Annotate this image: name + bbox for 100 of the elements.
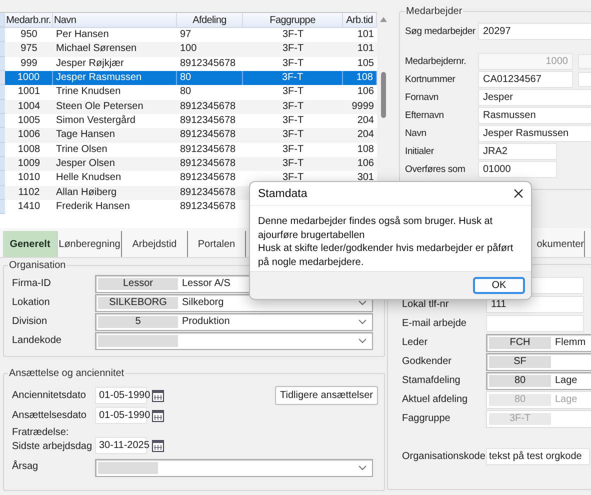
dropdown[interactable]: [95, 459, 373, 477]
input-field[interactable]: Jesper Rasmussen: [478, 125, 591, 142]
column-header[interactable]: Faggruppe: [243, 13, 343, 27]
table-row[interactable]: 1000 Jesper Rasmussen 80 3F-T 108: [0, 71, 377, 86]
row-header[interactable]: [0, 28, 5, 42]
table-cell-text: 1001: [16, 85, 42, 100]
table-row[interactable]: 1005 Simon Vestergård 8912345678 3F-T 204: [0, 114, 377, 128]
up-arrow-icon[interactable]: [380, 17, 387, 22]
table-cell-text: 8912345678: [179, 56, 237, 71]
column-header[interactable]: Navn: [53, 13, 177, 27]
table-cell-text: Allan Høiberg: [55, 186, 118, 200]
column-header[interactable]: Medarb.nr.: [5, 13, 53, 27]
table-cell-text: 8912345678: [179, 186, 237, 200]
code-cell: [98, 462, 158, 474]
table-cell-text: 3F-T: [281, 42, 305, 56]
table-cell-text: 975: [20, 42, 38, 56]
input-field[interactable]: Jesper: [478, 89, 591, 106]
table-cell-text: Tage Hansen: [55, 128, 116, 142]
table-cell-text: 1009: [16, 157, 42, 172]
table-cell-text: 1010: [16, 171, 42, 186]
dropdown[interactable]: SF: [486, 352, 591, 370]
table-cell-text: 8912345678: [179, 157, 237, 172]
table-cell-text: 3F-T: [281, 142, 305, 157]
row-header[interactable]: [0, 142, 5, 158]
table-cell-text: 100: [179, 42, 198, 56]
table-cell-text: Michael Sørensen: [55, 42, 138, 56]
field-label: Navn: [405, 128, 428, 139]
input-field[interactable]: CA01234567: [478, 71, 573, 88]
dropdown[interactable]: 80 Lage: [486, 372, 591, 390]
input-field[interactable]: JRA2: [478, 143, 557, 160]
table-row[interactable]: 1006 Tage Hansen 8912345678 3F-T 204: [0, 128, 377, 143]
row-header[interactable]: [0, 56, 5, 72]
table-cell-text: 3F-T: [281, 171, 305, 186]
close-icon[interactable]: [514, 189, 523, 198]
tab[interactable]: Generelt: [3, 231, 58, 257]
table-cell-text: Helle Knudsen: [55, 171, 122, 186]
chevron-down-icon[interactable]: [358, 300, 367, 306]
ok-button[interactable]: OK: [473, 277, 525, 294]
field-label: Division: [12, 316, 48, 327]
input-field[interactable]: [486, 315, 584, 332]
calendar-icon[interactable]: [152, 410, 164, 422]
table-row[interactable]: 975 Michael Sørensen 100 3F-T 101: [0, 42, 377, 57]
table-row[interactable]: 1009 Jesper Olsen 8912345678 3F-T 106: [0, 157, 377, 172]
table-row[interactable]: 999 Jesper Røjkjær 8912345678 3F-T 105: [0, 56, 377, 72]
scrollbar-thumb[interactable]: [381, 72, 386, 118]
dropdown[interactable]: [95, 332, 373, 350]
field-label: Anciennitetsdato: [12, 388, 87, 402]
table-row[interactable]: 1004 Steen Ole Petersen 8912345678 3F-T 9999: [0, 100, 377, 114]
row-header[interactable]: [0, 200, 5, 214]
calendar-icon[interactable]: [152, 390, 164, 402]
table-row[interactable]: 1010 Helle Knudsen 8912345678 3F-T 301: [0, 171, 377, 186]
code-cell: 80: [489, 394, 551, 406]
row-header[interactable]: [0, 186, 5, 200]
table-cell: 80: [177, 71, 243, 86]
tab[interactable]: Portalen: [188, 231, 246, 257]
row-header[interactable]: [0, 114, 5, 128]
row-header[interactable]: [0, 71, 5, 86]
field-label: E-mail arbejde: [402, 318, 468, 329]
table-row[interactable]: 1008 Trine Olsen 8912345678 3F-T 108: [0, 142, 377, 158]
row-header[interactable]: [0, 42, 5, 57]
group-title: Ansættelse og anciennitet: [8, 368, 126, 379]
field-label: Landekode: [12, 335, 62, 346]
history-button[interactable]: Tidligere ansættelser: [274, 386, 378, 405]
input-field[interactable]: 01000: [478, 161, 557, 178]
table-cell-text: Frederik Hansen: [55, 200, 131, 214]
chevron-down-icon[interactable]: [358, 465, 367, 471]
row-header[interactable]: [0, 128, 5, 143]
chevron-down-icon[interactable]: [358, 338, 367, 344]
row-header[interactable]: [0, 100, 5, 114]
search-field[interactable]: 20297: [478, 23, 591, 40]
table-cell: 3F-T: [243, 71, 343, 86]
input-field[interactable]: tekst på test orgkode: [486, 448, 590, 465]
field-label: Aktuel afdeling: [402, 394, 469, 405]
code-cell: 3F-T: [489, 412, 551, 424]
chevron-down-icon[interactable]: [358, 318, 367, 324]
tab[interactable]: Arbejdstid: [122, 231, 188, 257]
row-header[interactable]: [0, 85, 5, 100]
table-row[interactable]: 1001 Trine Knudsen 80 3F-T 106: [0, 85, 377, 100]
table-cell-text: 3F-T: [281, 100, 305, 114]
dialog-message: Husk at skifte leder/godkender hvis medarbejder er påført på nogle medarbejdere.: [258, 242, 514, 269]
table-row[interactable]: 1410 Frederik Hansen 8912345678: [0, 200, 377, 214]
row-header[interactable]: [0, 171, 5, 186]
input-field[interactable]: Rasmussen: [478, 107, 591, 124]
calendar-icon[interactable]: [152, 440, 164, 452]
table-cell-text: Jesper Olsen: [55, 157, 116, 172]
field-label: Søg medarbejder: [405, 26, 476, 37]
dropdown[interactable]: 5 Produktion: [95, 312, 373, 330]
dropdown[interactable]: FCH Flemm: [486, 334, 591, 352]
table-row[interactable]: 950 Per Hansen 97 3F-T 101: [0, 28, 377, 42]
row-header[interactable]: [0, 157, 5, 172]
tab[interactable]: Lønberegning: [58, 231, 122, 257]
tab[interactable]: okumenter: [534, 231, 585, 257]
field-label: Ansættelsesdato: [12, 408, 88, 422]
code-cell: Lessor: [98, 278, 178, 290]
table-cell-text: 1004: [16, 100, 42, 114]
table-cell-text: 106: [356, 157, 375, 172]
code-cell: SILKEBORG: [98, 296, 178, 308]
group-title: Medarbejder: [405, 6, 464, 17]
column-header[interactable]: Afdeling: [177, 13, 243, 27]
date-field[interactable]: 30-11-2025: [95, 437, 147, 454]
